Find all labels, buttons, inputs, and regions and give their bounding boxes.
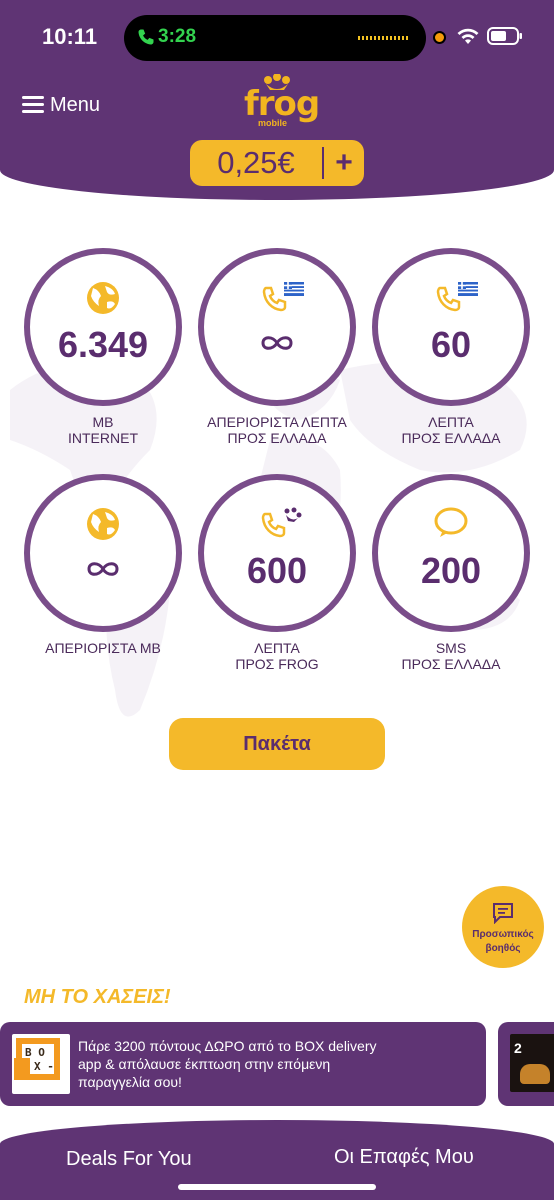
phone-greece-icon — [436, 282, 478, 312]
balance-pill: 0,25€ + — [190, 140, 364, 186]
bundle-value: 60 — [430, 324, 472, 365]
infinity-icon — [261, 336, 293, 350]
chat-bubble-icon — [434, 507, 468, 537]
clock: 10:11 — [42, 24, 98, 49]
bundle-value: 600 — [246, 550, 308, 591]
phone-greece-icon — [262, 282, 304, 312]
globe-icon — [87, 282, 119, 314]
personal-assistant-button[interactable]: Προσωπικός βοηθός — [462, 886, 544, 968]
promo-card-box[interactable]: B O X - Πάρε 3200 πόντους ΔΩΡΟ από το BO… — [0, 1022, 486, 1106]
bundle-unlimited-minutes-greece[interactable] — [198, 248, 356, 406]
frog-logo: frog mobile — [236, 74, 320, 130]
packages-button[interactable]: Πακέτα — [169, 718, 385, 770]
menu-label: Menu — [50, 93, 101, 116]
bundle-value: 200 — [420, 550, 482, 591]
bundle-caption: ΑΠΕΡΙΟΡΙΣΤΑ ΛΕΠΤΑ ΠΡΟΣ ΕΛΛΑΔΑ — [207, 414, 347, 446]
bundle-caption: ΑΠΕΡΙΟΡΙΣΤΑ MB — [45, 640, 161, 656]
assistant-label: Προσωπικός βοηθός — [472, 929, 534, 954]
bundle-value: 6.349 — [57, 324, 149, 365]
hamburger-icon — [22, 96, 44, 114]
promo-card-burger[interactable]: 2 — [498, 1022, 554, 1106]
message-icon — [493, 903, 513, 924]
bundle-internet[interactable]: 6.349 — [24, 248, 182, 406]
audio-waveform — [358, 36, 410, 40]
balance-amount: 0,25€ — [217, 145, 295, 180]
bundle-minutes-frog[interactable]: 600 — [198, 474, 356, 632]
menu-button[interactable]: Menu — [22, 92, 100, 118]
status-bar: 10:11 3:28 — [0, 0, 554, 70]
phone-icon — [138, 29, 154, 45]
bundle-caption: ΛΕΠΤΑ ΠΡΟΣ FROG — [235, 640, 319, 672]
phone-frog-icon — [261, 507, 302, 538]
bundle-caption: SMS ΠΡΟΣ ΕΛΛΑΔΑ — [401, 640, 501, 672]
tab-my-contacts[interactable]: Οι Επαφές Μου — [334, 1146, 474, 1169]
svg-text:X -: X - — [34, 1060, 54, 1073]
wifi-icon — [457, 28, 479, 44]
home-indicator — [178, 1184, 376, 1190]
bundle-caption: ΛΕΠΤΑ ΠΡΟΣ ΕΛΛΑΔΑ — [401, 414, 501, 446]
infinity-icon — [87, 562, 119, 576]
section-title: ΜΗ ΤΟ ΧΑΣΕΙΣ! — [24, 986, 171, 1008]
bundle-unlimited-mb[interactable] — [24, 474, 182, 632]
logo-sub: mobile — [258, 118, 288, 128]
promo-text: Πάρε 3200 πόντους ΔΩΡΟ από το BOX delive… — [78, 1038, 377, 1090]
box-logo: B O X - — [12, 1034, 70, 1094]
tab-deals-for-you[interactable]: Deals For You — [66, 1148, 192, 1171]
box-logo-graphic: B O X - — [14, 1038, 60, 1080]
battery-icon — [487, 27, 522, 45]
dynamic-island[interactable]: 3:28 — [124, 15, 426, 61]
bundle-sms[interactable]: 200 — [372, 474, 530, 632]
top-up-button[interactable]: + — [324, 146, 364, 180]
bundle-caption: MB INTERNET — [68, 414, 138, 446]
svg-text:B O: B O — [25, 1046, 45, 1059]
bundle-minutes-greece[interactable]: 60 — [372, 248, 530, 406]
burger-image: 2 — [510, 1034, 554, 1092]
call-timer: 3:28 — [158, 26, 197, 47]
privacy-indicator — [433, 31, 446, 44]
globe-icon — [87, 508, 119, 540]
